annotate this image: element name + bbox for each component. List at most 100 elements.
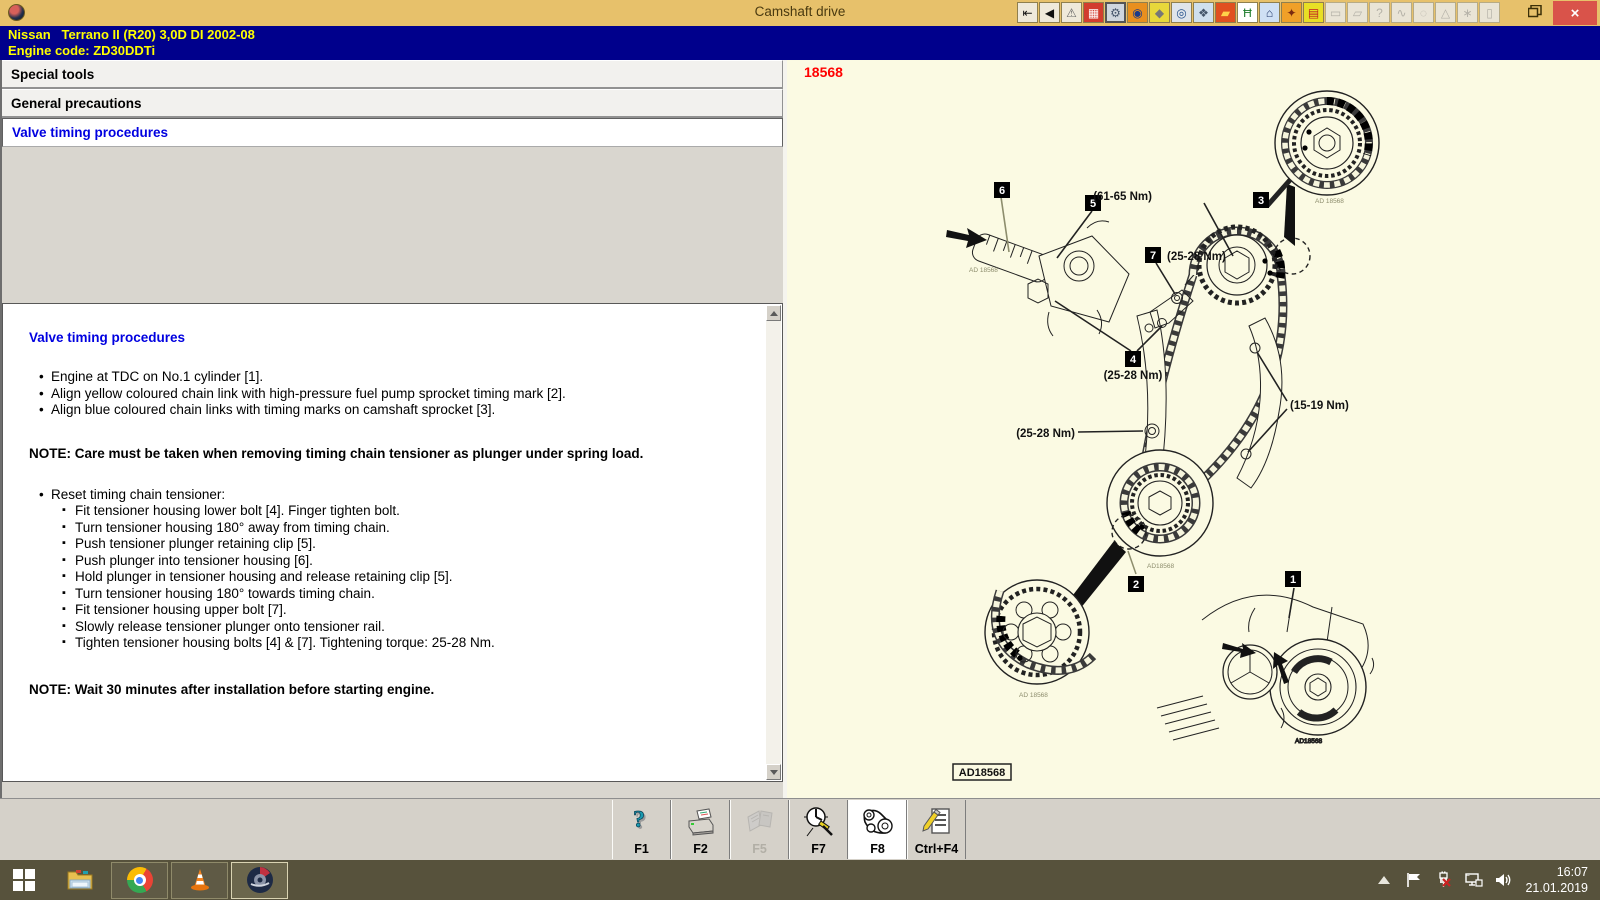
warning-alt-icon[interactable]: △ [1435,2,1456,23]
print-button[interactable]: F2 [671,800,730,859]
callout-2: 2 [1128,576,1144,592]
building-icon[interactable]: ⌂ [1259,2,1280,23]
go-first-icon[interactable]: ⇤ [1017,2,1038,23]
vehicle-lift-icon[interactable]: Ħ [1237,2,1258,23]
svg-text:2: 2 [1133,579,1139,591]
section-valve-timing-procedures[interactable]: Valve timing procedures [2,118,783,147]
section-general-precautions[interactable]: General precautions [2,89,783,118]
chain-tensioner [946,221,1129,336]
list-item: Engine at TDC on No.1 cylinder [1]. [39,369,756,386]
svg-text:7: 7 [1150,250,1156,262]
function-key-toolbar: ?? F1 F2 F5 F7 F8 [0,798,1600,860]
callout-6: 6 [994,182,1010,198]
callout-3: 3 [1253,192,1269,208]
usb-safely-remove-icon[interactable] [1435,871,1453,889]
hose-icon[interactable]: ∿ [1391,2,1412,23]
list-item: Turn tensioner housing 180° away from ti… [62,520,756,537]
svg-text:AD 18568: AD 18568 [1019,692,1048,699]
scroll-up-button[interactable] [766,305,781,321]
chrome-button[interactable] [111,862,168,899]
warning-icon[interactable]: ⚠ [1061,2,1082,23]
globe-icon[interactable]: ◉ [1127,2,1148,23]
clock[interactable]: 16:07 21.01.2019 [1525,864,1588,896]
tray-date: 21.01.2019 [1525,880,1588,896]
timing-chain-illustration: AD 18568 AD18568 [787,60,1600,798]
figure-label-box: AD18568 [953,764,1011,780]
list-item: Push tensioner plunger retaining clip [5… [62,536,756,553]
reset-heading-list: Reset timing chain tensioner: [29,487,756,504]
inspection-button[interactable]: F7 [789,800,848,859]
start-button[interactable] [0,860,48,900]
action-center-flag-icon[interactable] [1405,871,1423,889]
close-button[interactable]: × [1553,1,1597,25]
windows-taskbar: 16:07 21.01.2019 [0,860,1600,900]
triangle-down-icon [770,770,778,775]
workshop-disc-icon [246,866,274,894]
svg-text:6: 6 [999,185,1005,197]
callout-7: 7 [1145,247,1161,263]
edit-document-icon [919,804,955,840]
gauge-icon[interactable]: ◌ [1413,2,1434,23]
help-tools-icon[interactable]: ? [1369,2,1390,23]
scroll-down-button[interactable] [766,764,781,780]
chrome-icon [127,867,153,893]
tray-overflow-chevron-icon[interactable] [1375,871,1393,889]
road-icon[interactable]: ▰ [1215,2,1236,23]
seat-icon[interactable]: ▭ [1325,2,1346,23]
svg-text:4: 4 [1130,354,1137,366]
belt-drive-button[interactable]: F8 [848,800,907,859]
vehicle-data-icon[interactable]: ▦ [1083,2,1104,23]
tool-gun-icon[interactable]: ✦ [1281,2,1302,23]
repair-wrench-icon[interactable]: ⚙ [1105,2,1126,23]
machine-parts-icon[interactable]: ❖ [1193,2,1214,23]
network-icon[interactable] [1465,871,1483,889]
torque-guide-right: (15-19 Nm) [1290,400,1349,412]
crankshaft-pulley: AD18568 [1157,595,1374,745]
list-item: Slowly release tensioner plunger onto te… [62,619,756,636]
system-tray: 16:07 21.01.2019 [1375,864,1600,896]
manual-button[interactable]: F5 [730,800,789,859]
data-box-icon[interactable]: ▤ [1303,2,1324,23]
cabinet-icon[interactable]: ▯ [1479,2,1500,23]
note-tensioner: NOTE: Care must be taken when removing t… [29,446,756,461]
go-back-icon[interactable]: ◀ [1039,2,1060,23]
list-item: Tighten tensioner housing bolts [4] & [7… [62,635,756,652]
callout-leader [1128,551,1136,574]
desktop: { "titlebar": { "title": "Camshaft drive… [0,0,1600,900]
vehicle-header: Nissan Terrano II (R20) 3,0D DI 2002-08 … [0,26,1600,60]
tray-time: 16:07 [1525,864,1588,880]
titlebar: Camshaft drive ⇤ ◀ ⚠ ▦ ⚙ ◉ ◆ ◎ ❖ ▰ Ħ ⌂ ✦… [0,0,1600,26]
workshop-app-button[interactable] [231,862,288,899]
list-item: Align blue coloured chain links with tim… [39,402,756,419]
timing-checks-list: Engine at TDC on No.1 cylinder [1]. Alig… [29,369,756,419]
help-button[interactable]: ?? F1 [612,800,671,859]
list-item: Fit tensioner housing lower bolt [4]. Fi… [62,503,756,520]
procedure-text: Valve timing procedures Engine at TDC on… [3,304,766,781]
detail-pointer [1284,184,1295,246]
list-item: Push plunger into tensioner housing [6]. [62,553,756,570]
restore-window-icon[interactable] [1528,5,1542,18]
section-special-tools[interactable]: Special tools [2,60,783,89]
book-icon [742,804,778,840]
document-scrollbar[interactable] [766,305,781,780]
svg-text:3: 3 [1258,195,1264,207]
torque-guide-left: (25-28 Nm) [1016,428,1075,440]
cards-icon[interactable]: ▱ [1347,2,1368,23]
mouse-settings-icon[interactable]: ◆ [1149,2,1170,23]
belt-drive-icon [860,804,896,840]
chain-guide-right [1237,318,1282,488]
engine-icon[interactable]: ∗ [1457,2,1478,23]
vlc-button[interactable] [171,862,228,899]
list-item: Reset timing chain tensioner: [39,487,756,504]
list-item: Align yellow coloured chain link with hi… [39,386,756,403]
printer-icon [683,804,719,840]
engine-code: Engine code: ZD30DDTi [8,43,1600,59]
wheel-icon[interactable]: ◎ [1171,2,1192,23]
left-panel: Special tools General precautions Valve … [0,60,783,798]
triangle-up-icon [770,311,778,316]
volume-icon[interactable] [1495,871,1513,889]
file-explorer-button[interactable] [51,862,108,899]
edit-note-button[interactable]: Ctrl+F4 [907,800,966,859]
magnifier-icon [801,804,837,840]
list-item: Turn tensioner housing 180° towards timi… [62,586,756,603]
